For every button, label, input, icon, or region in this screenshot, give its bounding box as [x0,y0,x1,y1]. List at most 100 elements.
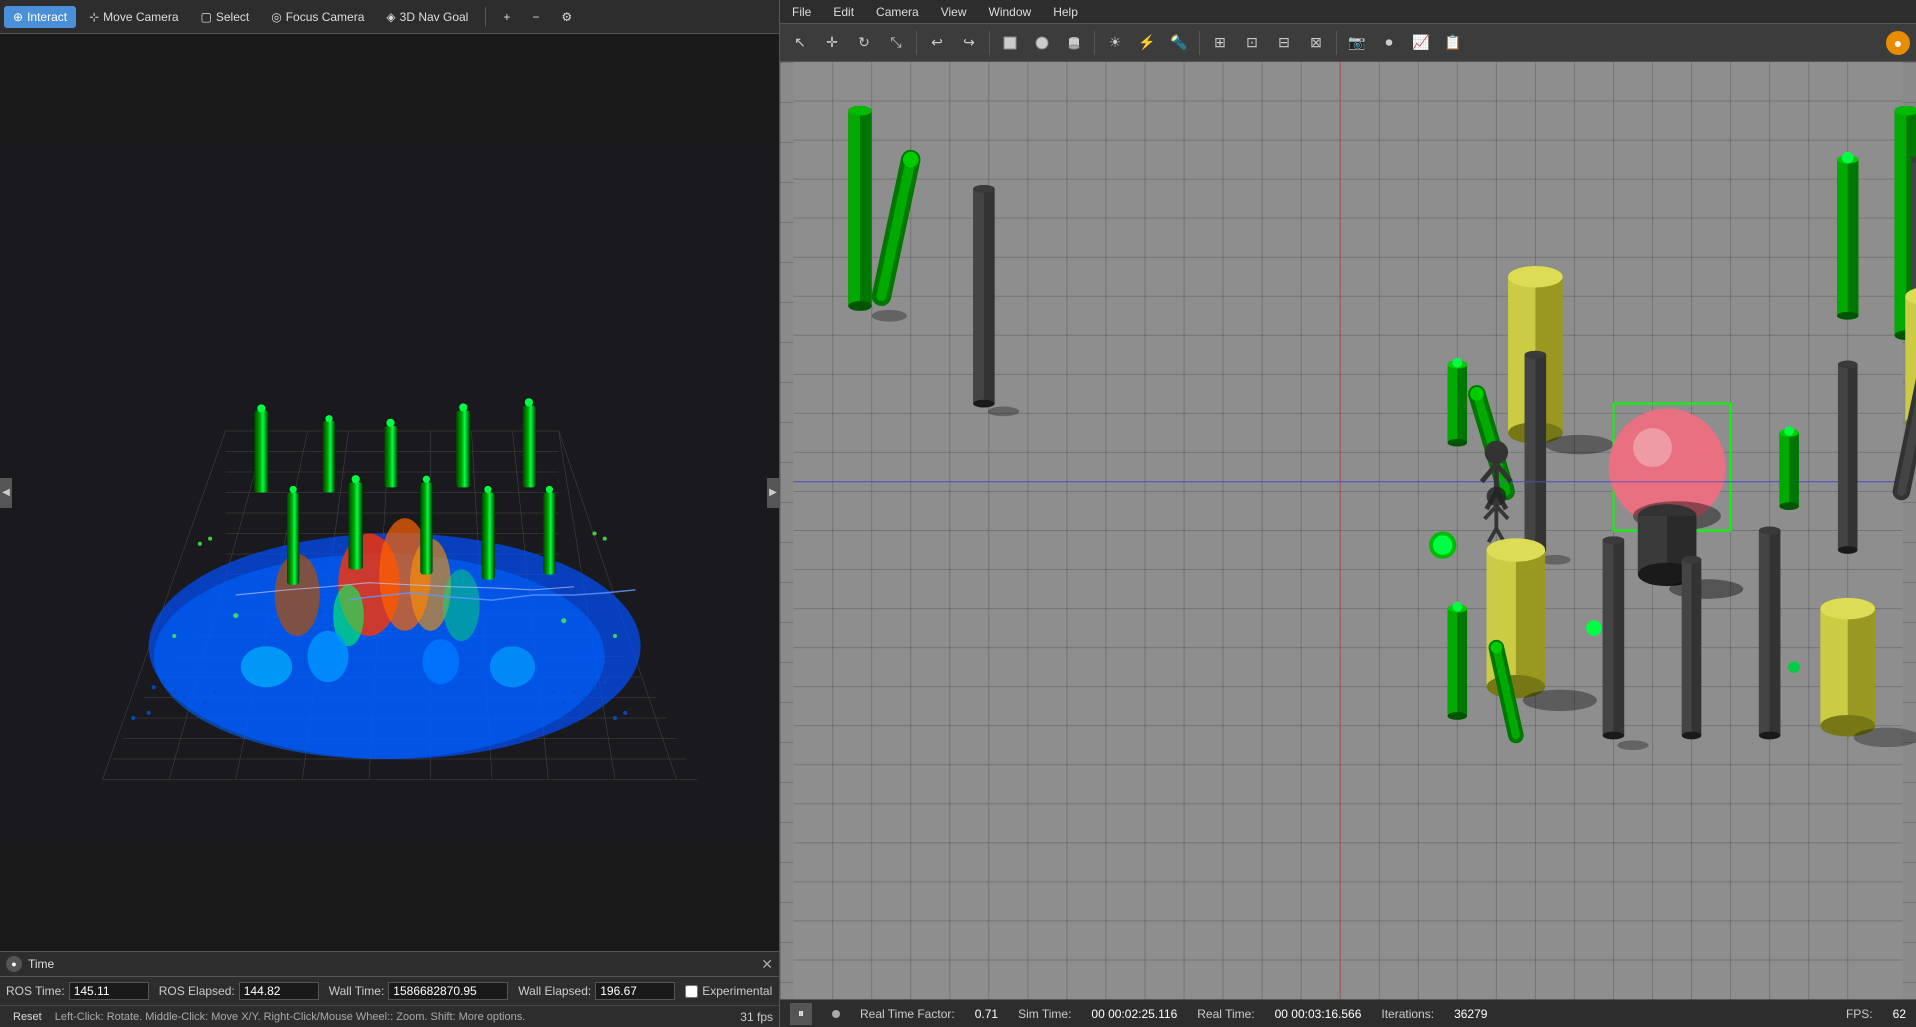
experimental-field: Experimental [685,984,772,998]
gz-rotate-btn[interactable]: ↻ [850,29,878,57]
real-time-value: 00 00:03:16.566 [1275,1007,1362,1021]
ros-time-field: ROS Time: [6,982,149,1000]
gz-sep5 [1336,31,1337,55]
step-indicator [832,1010,840,1018]
gz-record-btn[interactable]: ⏺ [1375,29,1403,57]
gz-copy-btn[interactable]: ⊞ [1206,29,1234,57]
gz-scale-btn[interactable]: ⤡ [882,29,910,57]
gz-undo-btn[interactable]: ↩ [923,29,951,57]
minus-button[interactable]: − [523,6,548,28]
experimental-checkbox[interactable] [685,985,698,998]
gazebo-toolbar: ↖ ✛ ↻ ⤡ ↩ ↪ ☀ ⚡ 🔦 ⊞ ⊡ ⊟ ⊠ 📷 ⏺ 📈 📋 [780,24,1916,62]
gz-log-btn[interactable]: 📋 [1439,29,1467,57]
ros-time-input[interactable] [69,982,149,1000]
move-camera-label: Move Camera [103,10,178,24]
ros-elapsed-label: ROS Elapsed: [159,984,235,998]
status-bar: ROS Time: ROS Elapsed: Wall Time: Wall E… [0,977,779,1005]
gz-chart-btn[interactable]: 📈 [1407,29,1435,57]
menu-help[interactable]: Help [1047,3,1084,21]
iterations-value: 36279 [1454,1007,1487,1021]
time-close-button[interactable]: ✕ [761,956,773,973]
gazebo-menubar: File Edit Camera View Window Help [780,0,1916,24]
gz-spotlight-btn[interactable]: ⚡ [1133,29,1161,57]
focus-camera-button[interactable]: ◎ Focus Camera [262,6,373,28]
gz-box-btn[interactable] [996,29,1024,57]
wall-time-field: Wall Time: [329,982,509,1000]
left-panel: ⊕ Interact ⊹ Move Camera ▢ Select ◎ Focu… [0,0,780,1027]
menu-file[interactable]: File [786,3,817,21]
gz-pause-button[interactable]: ⏸ [790,1003,812,1025]
time-play-button[interactable]: ● [6,956,22,972]
wall-time-input[interactable] [388,982,508,1000]
bottom-hint: Left-Click: Rotate. Middle-Click: Move X… [55,1011,526,1023]
select-icon: ▢ [201,10,212,24]
gz-select-btn[interactable]: ↖ [786,29,814,57]
gz-fps-value: 62 [1893,1007,1906,1021]
wall-elapsed-input[interactable] [595,982,675,1000]
wall-elapsed-field: Wall Elapsed: [518,982,675,1000]
menu-window[interactable]: Window [983,3,1038,21]
gz-orange-btn[interactable]: ● [1886,31,1910,55]
nav-goal-button[interactable]: ◈ 3D Nav Goal [377,6,477,28]
interact-button[interactable]: ⊕ Interact [4,6,76,28]
gz-snap-btn[interactable]: ⊠ [1302,29,1330,57]
toolbar-sep1 [485,7,486,27]
gazebo-statusbar: ⏸ Real Time Factor: 0.71 Sim Time: 00 00… [780,999,1916,1027]
menu-edit[interactable]: Edit [827,3,860,21]
menu-view[interactable]: View [935,3,973,21]
gz-directional-btn[interactable]: 🔦 [1165,29,1193,57]
wall-time-label: Wall Time: [329,984,385,998]
nav-goal-label: 3D Nav Goal [400,10,469,24]
gz-sep1 [916,31,917,55]
reset-button[interactable]: Reset [6,1008,49,1026]
gz-cylinder-btn[interactable] [1060,29,1088,57]
experimental-label: Experimental [702,984,772,998]
minus-icon: − [532,10,539,24]
add-button[interactable]: + [494,6,519,28]
bottom-bar: Reset Left-Click: Rotate. Middle-Click: … [0,1005,779,1027]
left-toggle[interactable]: ◀ [0,478,12,508]
real-time-factor-value: 0.71 [975,1007,998,1021]
settings-button[interactable]: ⚙ [552,6,581,28]
menu-camera[interactable]: Camera [870,3,925,21]
gz-fps-label: FPS: [1846,1007,1873,1021]
gz-align-btn[interactable]: ⊟ [1270,29,1298,57]
move-camera-icon: ⊹ [89,10,99,24]
settings-icon: ⚙ [561,10,572,24]
gazebo-viewport[interactable] [780,62,1916,999]
ros-time-label: ROS Time: [6,984,65,998]
focus-camera-label: Focus Camera [286,10,365,24]
real-time-label: Real Time: [1197,1007,1254,1021]
real-time-factor-label: Real Time Factor: [860,1007,955,1021]
gz-sep3 [1094,31,1095,55]
gz-redo-btn[interactable]: ↪ [955,29,983,57]
sim-time-label: Sim Time: [1018,1007,1071,1021]
interact-label: Interact [27,10,67,24]
gz-screenshot-btn[interactable]: 📷 [1343,29,1371,57]
wall-elapsed-label: Wall Elapsed: [518,984,591,998]
gz-sun-btn[interactable]: ☀ [1101,29,1129,57]
time-panel: ● Time ✕ [0,951,779,977]
right-toggle[interactable]: ▶ [767,478,779,508]
interact-icon: ⊕ [13,10,23,24]
move-camera-button[interactable]: ⊹ Move Camera [80,6,187,28]
select-button[interactable]: ▢ Select [192,6,259,28]
iterations-label: Iterations: [1381,1007,1434,1021]
ros-elapsed-input[interactable] [239,982,319,1000]
time-label: Time [28,957,54,971]
viz-area[interactable]: ◀ [0,34,779,951]
reset-label: Reset [13,1011,42,1023]
gz-paste-btn[interactable]: ⊡ [1238,29,1266,57]
add-icon: + [503,10,510,24]
nav-goal-icon: ◈ [386,10,395,24]
ros-elapsed-field: ROS Elapsed: [159,982,319,1000]
gz-translate-btn[interactable]: ✛ [818,29,846,57]
right-panel: File Edit Camera View Window Help ↖ ✛ ↻ … [780,0,1916,1027]
gz-sphere-btn[interactable] [1028,29,1056,57]
sim-time-value: 00 00:02:25.116 [1091,1007,1177,1021]
select-label: Select [216,10,249,24]
pointcloud-view [0,34,779,951]
left-toolbar: ⊕ Interact ⊹ Move Camera ▢ Select ◎ Focu… [0,0,779,34]
focus-camera-icon: ◎ [271,10,281,24]
gazebo-scene [780,62,1916,999]
